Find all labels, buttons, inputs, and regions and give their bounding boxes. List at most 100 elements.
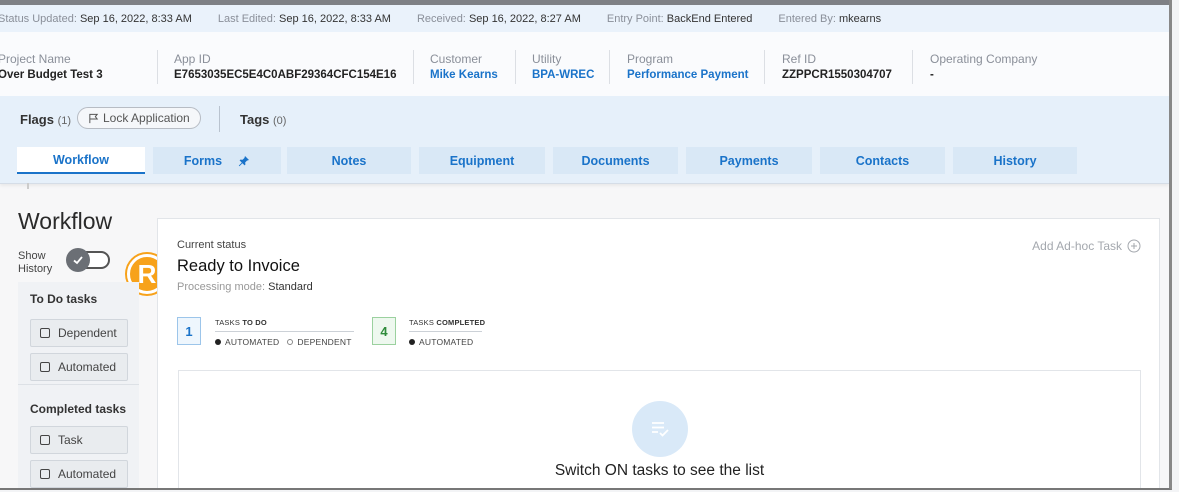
tasks-completed-title: TASKS COMPLETED	[409, 318, 485, 327]
divider	[219, 106, 220, 132]
legend-dependent: DEPENDENT	[297, 337, 352, 347]
tab-notes[interactable]: Notes	[287, 147, 411, 174]
tasks-completed-legend: AUTOMATED	[409, 337, 473, 347]
tab-workflow[interactable]: Workflow	[17, 147, 145, 174]
last-edited-label: Last Edited:	[217, 12, 276, 25]
tab-contacts[interactable]: Contacts	[820, 147, 945, 174]
customer-link[interactable]: Mike Kearns	[430, 69, 498, 81]
tasks-todo-title-suffix: TO DO	[242, 318, 267, 327]
last-edited: Last Edited: Sep 16, 2022, 8:33 AM	[218, 13, 391, 25]
project-name-label: Project Name	[0, 52, 71, 66]
tab-label: Payments	[719, 153, 779, 168]
operating-company-field: Operating Company -	[930, 52, 1037, 81]
utility-field: Utility BPA-WREC	[532, 52, 594, 81]
tab-bar: Workflow Forms Notes Equipment Documents…	[0, 143, 1169, 184]
toggle-knob	[66, 248, 90, 272]
utility-label: Utility	[532, 52, 562, 66]
tasks-todo-legend: AUTOMATED DEPENDENT	[215, 337, 352, 347]
r-badge-letter: R	[137, 258, 157, 289]
divider	[912, 50, 913, 84]
tasks-completed-title-prefix: TASKS	[409, 318, 435, 327]
status-updated-value: Sep 16, 2022, 8:33 AM	[79, 12, 192, 25]
tasks-todo-count[interactable]: 1	[177, 317, 201, 345]
status-updated: Status Updated: Sep 16, 2022, 8:33 AM	[0, 13, 192, 25]
entered-by-value: mkearns	[838, 12, 882, 25]
utility-link[interactable]: BPA-WREC	[532, 69, 594, 81]
empty-state-message: Switch ON tasks to see the list	[554, 462, 765, 479]
hollow-dot-icon	[287, 339, 294, 345]
flags-count: (1)	[57, 115, 72, 127]
flag-icon	[89, 113, 99, 123]
application-meta: Project Name Over Budget Test 3 App ID E…	[0, 32, 1169, 97]
flags-heading: Flags (1)	[20, 112, 71, 127]
processing-mode-label: Processing mode:	[177, 281, 266, 293]
received-label: Received:	[416, 12, 466, 25]
program-label: Program	[627, 52, 674, 66]
filled-dot-icon	[409, 339, 415, 345]
filter-label: Dependent	[58, 326, 117, 340]
last-edited-value: Sep 16, 2022, 8:33 AM	[279, 12, 391, 25]
lock-application-label: Lock Application	[103, 111, 190, 125]
received-value: Sep 16, 2022, 8:27 AM	[468, 12, 581, 25]
checkbox[interactable]	[40, 435, 50, 445]
show-history-label-line-1: Show	[18, 250, 46, 262]
checkbox[interactable]	[40, 328, 50, 338]
checkbox[interactable]	[40, 362, 50, 372]
program-link[interactable]: Performance Payment	[627, 69, 748, 81]
filled-dot-icon	[215, 339, 221, 345]
lock-application-button[interactable]: Lock Application	[77, 107, 201, 129]
tab-equipment[interactable]: Equipment	[419, 147, 545, 174]
divider	[18, 384, 139, 385]
tab-forms[interactable]: Forms	[153, 147, 281, 174]
task-filter-panel: To Do tasks Dependent Automated Complete…	[18, 282, 139, 488]
tab-payments[interactable]: Payments	[686, 147, 812, 174]
task-list-empty-state: Switch ON tasks to see the list	[178, 370, 1141, 488]
checkbox[interactable]	[40, 469, 50, 479]
tab-label: Workflow	[52, 152, 110, 167]
customer-label: Customer	[430, 52, 483, 66]
received: Received: Sep 16, 2022, 8:27 AM	[417, 13, 581, 25]
tab-documents[interactable]: Documents	[553, 147, 678, 174]
tasks-completed-title-suffix: COMPLETED	[436, 318, 486, 327]
app-window: Status Updated: Sep 16, 2022, 8:33 AM La…	[0, 0, 1172, 490]
tasks-todo-title: TASKS TO DO	[215, 318, 267, 327]
operating-company-value: -	[930, 69, 934, 81]
legend-automated: AUTOMATED	[419, 337, 474, 347]
divider	[409, 331, 482, 332]
divider	[515, 50, 516, 84]
entry-point-value: BackEnd Entered	[666, 12, 753, 25]
app-id-value: E7653035EC5E4C0ABF29364CFC154E16	[174, 69, 397, 81]
filter-task-button[interactable]: Task	[30, 426, 128, 454]
entry-point: Entry Point: BackEnd Entered	[607, 13, 753, 25]
divider	[764, 50, 765, 84]
filter-dependent-button[interactable]: Dependent	[30, 319, 128, 347]
app-id-label: App ID	[174, 52, 211, 66]
tasks-completed-count[interactable]: 4	[372, 317, 396, 345]
tab-history[interactable]: History	[953, 147, 1077, 174]
show-history-label: Show History	[18, 250, 52, 276]
pin-icon[interactable]	[238, 155, 250, 167]
current-status-label: Current status	[177, 239, 247, 251]
divider	[157, 50, 158, 84]
show-history-toggle[interactable]	[66, 248, 110, 272]
entered-by: Entered By: mkearns	[778, 13, 881, 25]
add-adhoc-task-button[interactable]: Add Ad-hoc Task	[1032, 239, 1141, 253]
filter-automated-todo-button[interactable]: Automated	[30, 353, 128, 381]
legend-automated: AUTOMATED	[225, 337, 280, 347]
tab-label: Notes	[331, 153, 367, 168]
filter-label: Automated	[58, 360, 117, 374]
current-status-value: Ready to Invoice	[177, 257, 300, 275]
divider	[609, 50, 610, 84]
filter-automated-completed-button[interactable]: Automated	[30, 460, 128, 488]
workflow-status-card: Current status Ready to Invoice Processi…	[157, 218, 1160, 488]
flags-label: Flags	[20, 112, 54, 127]
flags-tags-bar: Flags (1) Lock Application Tags (0)	[0, 96, 1169, 143]
entered-by-label: Entered By:	[778, 12, 836, 25]
tab-label: History	[993, 153, 1037, 168]
tab-label: Forms	[183, 153, 223, 168]
status-bar: Status Updated: Sep 16, 2022, 8:33 AM La…	[0, 5, 1169, 32]
divider	[27, 183, 29, 189]
todo-tasks-heading: To Do tasks	[30, 292, 98, 306]
page-title: Workflow	[18, 208, 113, 234]
ref-id-field: Ref ID ZZPPCR1550304707	[782, 52, 892, 81]
